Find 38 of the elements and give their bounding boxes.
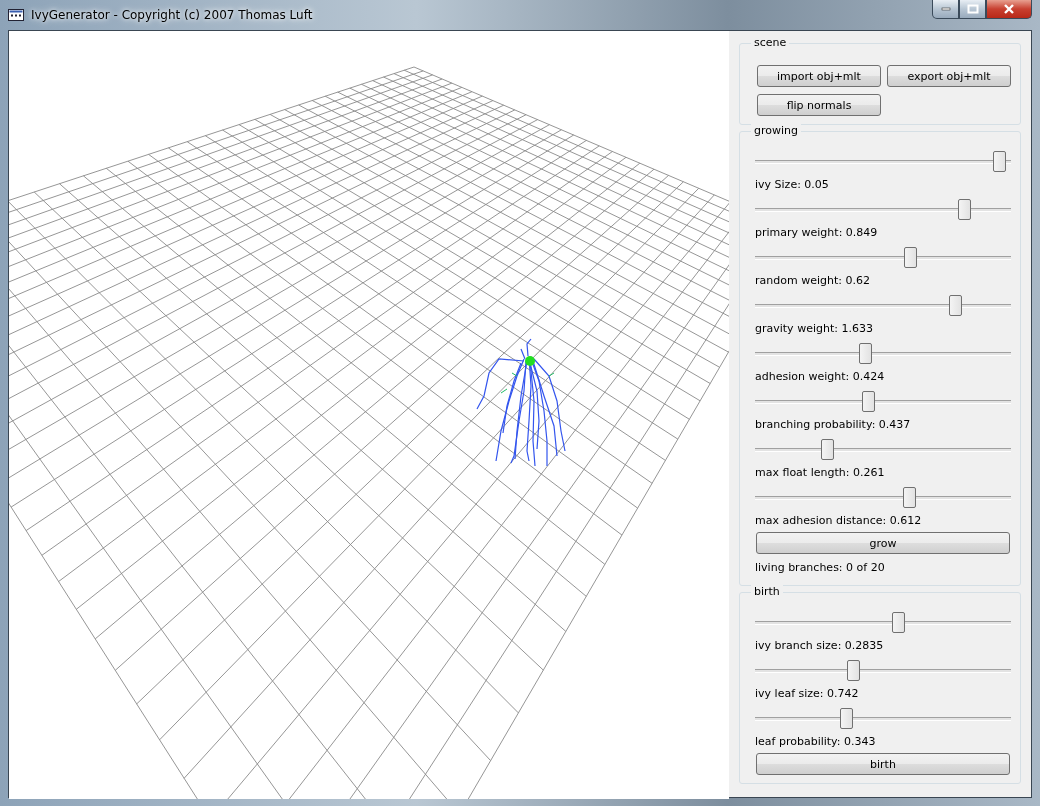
slider[interactable] — [755, 390, 1011, 413]
close-icon — [1003, 4, 1015, 14]
close-button[interactable] — [986, 0, 1032, 19]
slider[interactable] — [755, 198, 1011, 221]
window-title: IvyGenerator - Copyright (c) 2007 Thomas Luft — [31, 8, 313, 22]
slider-label: max adhesion distance: 0.612 — [755, 514, 923, 528]
slider-label: random weight: 0.62 — [755, 274, 871, 288]
maximize-button[interactable] — [959, 0, 986, 19]
slider-label: primary weight: 0.849 — [755, 226, 879, 240]
window-icon — [8, 9, 24, 21]
action-button[interactable]: export obj+mlt — [887, 65, 1011, 87]
action-button[interactable]: flip normals — [757, 94, 881, 116]
action-button[interactable]: grow — [756, 532, 1010, 554]
action-button[interactable]: birth — [756, 753, 1010, 775]
slider[interactable] — [755, 438, 1011, 461]
slider-label: max float length: 0.261 — [755, 466, 886, 480]
slider[interactable] — [755, 246, 1011, 269]
group-title: birth — [751, 585, 783, 598]
slider[interactable] — [755, 342, 1011, 365]
status-text: living branches: 0 of 20 — [755, 561, 886, 575]
slider-label: leaf probability: 0.343 — [755, 735, 877, 749]
slider[interactable] — [755, 611, 1011, 634]
slider-label: ivy Size: 0.05 — [755, 178, 830, 192]
slider[interactable] — [755, 707, 1011, 730]
slider-label: ivy leaf size: 0.742 — [755, 687, 860, 701]
group-title: growing — [751, 124, 801, 137]
slider-label: branching probability: 0.437 — [755, 418, 912, 432]
slider-label: adhesion weight: 0.424 — [755, 370, 886, 384]
minimize-button[interactable] — [932, 0, 959, 19]
minimize-icon — [940, 7, 951, 11]
slider-label: gravity weight: 1.633 — [755, 322, 874, 336]
maximize-icon — [966, 4, 979, 14]
slider[interactable] — [755, 659, 1011, 682]
slider[interactable] — [755, 150, 1011, 173]
slider[interactable] — [755, 486, 1011, 509]
action-button[interactable]: import obj+mlt — [757, 65, 881, 87]
slider-label: ivy branch size: 0.2835 — [755, 639, 885, 653]
slider[interactable] — [755, 294, 1011, 317]
